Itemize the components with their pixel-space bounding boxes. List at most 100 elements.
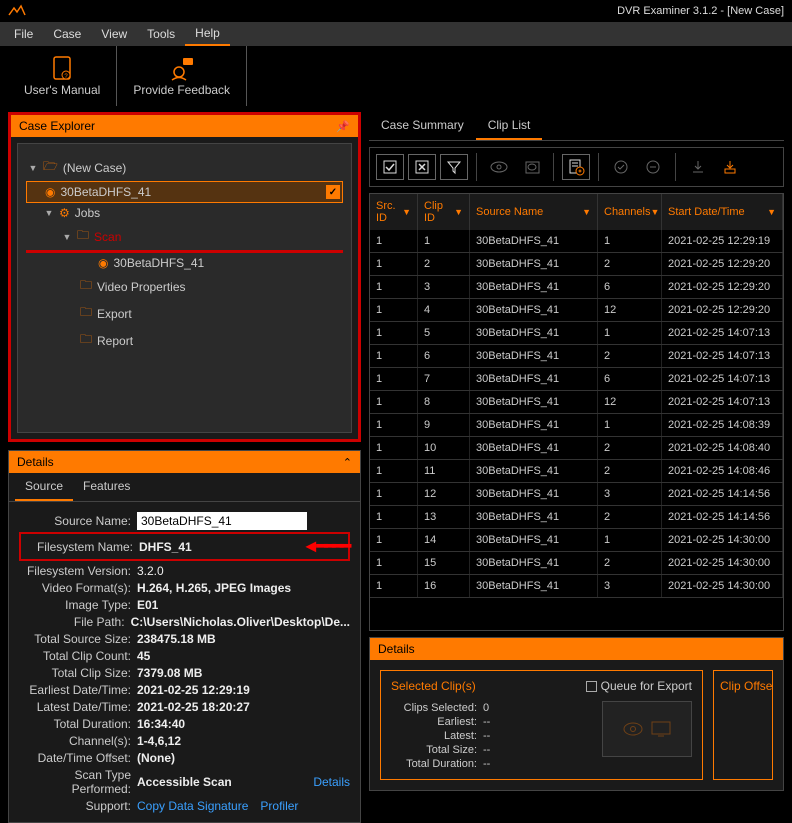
label-sc-total-duration: Total Duration: bbox=[391, 758, 483, 770]
value-total-clip-size: 7379.08 MB bbox=[137, 666, 350, 680]
tab-clip-list[interactable]: Clip List bbox=[476, 112, 543, 140]
tree-row-scan[interactable]: ▼ 🗀 Scan bbox=[26, 223, 343, 253]
cell-source-name: 30BetaDHFS_41 bbox=[470, 391, 598, 413]
label-filesystem-version: Filesystem Version: bbox=[19, 564, 137, 578]
provide-feedback-button[interactable]: Provide Feedback bbox=[117, 46, 246, 106]
table-row[interactable]: 11030BetaDHFS_4122021-02-25 14:08:40 bbox=[370, 437, 783, 460]
table-row[interactable]: 1430BetaDHFS_41122021-02-25 12:29:20 bbox=[370, 299, 783, 322]
approve-button[interactable] bbox=[607, 154, 635, 180]
filter-icon: ▼ bbox=[454, 207, 463, 217]
preview-button[interactable] bbox=[485, 154, 513, 180]
cell-source-name: 30BetaDHFS_41 bbox=[470, 299, 598, 321]
right-tabs: Case Summary Clip List bbox=[369, 112, 784, 141]
tree-row-source[interactable]: ◉ 30BetaDHFS_41 ✓ bbox=[26, 181, 343, 203]
table-row[interactable]: 11130BetaDHFS_4122021-02-25 14:08:46 bbox=[370, 460, 783, 483]
value-filesystem-name: DHFS_41 bbox=[139, 540, 294, 554]
preview-multi-button[interactable] bbox=[517, 154, 545, 180]
clip-table-header: Src. ID▼ Clip ID▼ Source Name▼ Channels▼… bbox=[370, 194, 783, 230]
clip-list-toolbar bbox=[369, 147, 784, 187]
menu-case[interactable]: Case bbox=[43, 23, 91, 45]
col-clip-id[interactable]: Clip ID▼ bbox=[418, 194, 470, 230]
tab-source[interactable]: Source bbox=[15, 473, 73, 501]
cell-start-dt: 2021-02-25 14:07:13 bbox=[662, 345, 783, 367]
menu-file[interactable]: File bbox=[4, 23, 43, 45]
table-row[interactable]: 1130BetaDHFS_4112021-02-25 12:29:19 bbox=[370, 230, 783, 253]
table-row[interactable]: 11630BetaDHFS_4132021-02-25 14:30:00 bbox=[370, 575, 783, 598]
menu-tools[interactable]: Tools bbox=[137, 23, 185, 45]
monitor-icon bbox=[650, 720, 672, 738]
table-row[interactable]: 1930BetaDHFS_4112021-02-25 14:08:39 bbox=[370, 414, 783, 437]
table-row[interactable]: 1330BetaDHFS_4162021-02-25 12:29:20 bbox=[370, 276, 783, 299]
col-src-id[interactable]: Src. ID▼ bbox=[370, 194, 418, 230]
select-all-button[interactable] bbox=[376, 154, 404, 180]
table-row[interactable]: 11230BetaDHFS_4132021-02-25 14:14:56 bbox=[370, 483, 783, 506]
menu-bar: File Case View Tools Help bbox=[0, 22, 792, 46]
download-button[interactable] bbox=[684, 154, 712, 180]
cell-src-id: 1 bbox=[370, 414, 418, 436]
tree-row-video-properties[interactable]: 🗀 Video Properties bbox=[26, 273, 343, 300]
users-manual-label: User's Manual bbox=[24, 83, 100, 97]
value-file-path: C:\Users\Nicholas.Oliver\Desktop\De... bbox=[131, 615, 350, 629]
cell-channels: 2 bbox=[598, 460, 662, 482]
filter-button[interactable] bbox=[440, 154, 468, 180]
pin-icon[interactable]: 📌 bbox=[336, 120, 350, 133]
cell-clip-id: 8 bbox=[418, 391, 470, 413]
tree-scan-source-label: 30BetaDHFS_41 bbox=[113, 256, 204, 270]
source-icon: ◉ bbox=[45, 185, 55, 199]
case-explorer-title: Case Explorer bbox=[19, 119, 95, 133]
cell-src-id: 1 bbox=[370, 322, 418, 344]
scan-type-details-link[interactable]: Details bbox=[313, 775, 350, 789]
col-start-dt[interactable]: Start Date/Time▼ bbox=[662, 194, 783, 230]
download-arrow-button[interactable] bbox=[716, 154, 744, 180]
cell-src-id: 1 bbox=[370, 529, 418, 551]
cell-channels: 3 bbox=[598, 575, 662, 597]
checkbox-checked-icon[interactable]: ✓ bbox=[326, 185, 340, 199]
value-total-source-size: 238475.18 MB bbox=[137, 632, 350, 646]
tree-row-export[interactable]: 🗀 Export bbox=[26, 300, 343, 327]
table-row[interactable]: 1830BetaDHFS_41122021-02-25 14:07:13 bbox=[370, 391, 783, 414]
filter-icon: ▼ bbox=[650, 207, 659, 217]
selected-clips-title: Selected Clip(s) bbox=[391, 679, 476, 693]
cell-clip-id: 9 bbox=[418, 414, 470, 436]
users-manual-button[interactable]: ? User's Manual bbox=[8, 46, 116, 106]
deselect-all-button[interactable] bbox=[408, 154, 436, 180]
remove-button[interactable] bbox=[639, 154, 667, 180]
table-row[interactable]: 1530BetaDHFS_4112021-02-25 14:07:13 bbox=[370, 322, 783, 345]
menu-view[interactable]: View bbox=[91, 23, 137, 45]
tree-twisty-icon[interactable]: ▼ bbox=[62, 232, 72, 242]
cell-src-id: 1 bbox=[370, 391, 418, 413]
collapse-icon[interactable]: ⌃ bbox=[343, 456, 352, 469]
copy-data-signature-link[interactable]: Copy Data Signature bbox=[137, 799, 248, 813]
profiler-link[interactable]: Profiler bbox=[260, 799, 298, 813]
table-row[interactable]: 11530BetaDHFS_4122021-02-25 14:30:00 bbox=[370, 552, 783, 575]
tree-row-jobs[interactable]: ▼ ⚙ Jobs bbox=[26, 203, 343, 223]
cell-src-id: 1 bbox=[370, 460, 418, 482]
tree-twisty-icon[interactable]: ▼ bbox=[28, 163, 38, 173]
table-row[interactable]: 1730BetaDHFS_4162021-02-25 14:07:13 bbox=[370, 368, 783, 391]
col-source-name[interactable]: Source Name▼ bbox=[470, 194, 598, 230]
table-row[interactable]: 11430BetaDHFS_4112021-02-25 14:30:00 bbox=[370, 529, 783, 552]
label-sc-total-size: Total Size: bbox=[391, 744, 483, 756]
tab-features[interactable]: Features bbox=[73, 473, 140, 501]
tab-case-summary[interactable]: Case Summary bbox=[369, 112, 476, 140]
tree-row-scan-source[interactable]: ◉ 30BetaDHFS_41 bbox=[26, 253, 343, 273]
export-config-button[interactable] bbox=[562, 154, 590, 180]
col-channels[interactable]: Channels▼ bbox=[598, 194, 662, 230]
tree-twisty-icon[interactable]: ▼ bbox=[44, 208, 54, 218]
source-name-input[interactable] bbox=[137, 512, 307, 530]
cell-channels: 1 bbox=[598, 414, 662, 436]
tree-video-props-label: Video Properties bbox=[97, 280, 186, 294]
cell-source-name: 30BetaDHFS_41 bbox=[470, 575, 598, 597]
table-row[interactable]: 1630BetaDHFS_4122021-02-25 14:07:13 bbox=[370, 345, 783, 368]
value-filesystem-version: 3.2.0 bbox=[137, 564, 350, 578]
clip-table-body[interactable]: 1130BetaDHFS_4112021-02-25 12:29:191230B… bbox=[370, 230, 783, 630]
tree-row-report[interactable]: 🗀 Report bbox=[26, 327, 343, 354]
tree-row-root[interactable]: ▼ 🗁 (New Case) bbox=[26, 154, 343, 181]
queue-for-export-checkbox[interactable]: Queue for Export bbox=[586, 679, 692, 693]
cell-src-id: 1 bbox=[370, 483, 418, 505]
label-file-path: File Path: bbox=[19, 615, 131, 629]
table-row[interactable]: 1230BetaDHFS_4122021-02-25 12:29:20 bbox=[370, 253, 783, 276]
menu-help[interactable]: Help bbox=[185, 22, 230, 46]
cell-clip-id: 5 bbox=[418, 322, 470, 344]
table-row[interactable]: 11330BetaDHFS_4122021-02-25 14:14:56 bbox=[370, 506, 783, 529]
